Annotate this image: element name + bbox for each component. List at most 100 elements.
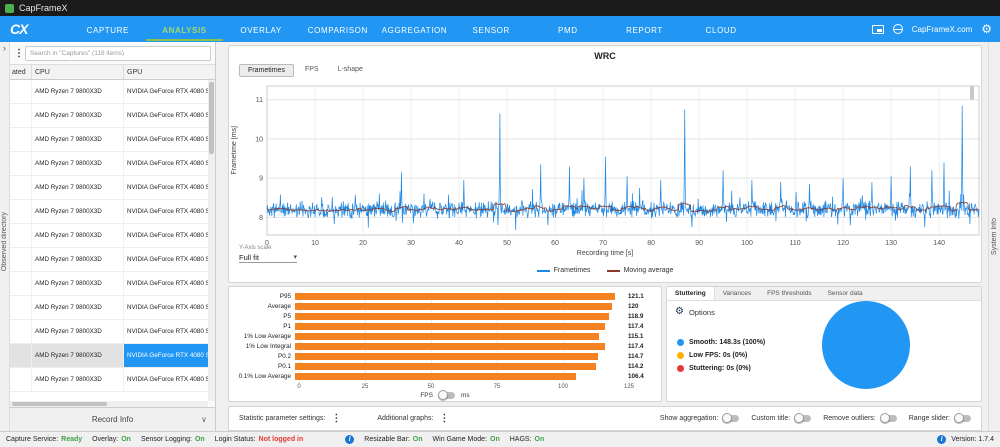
svg-text:11: 11 [256, 97, 263, 104]
capture-row[interactable]: AMD Ryzen 7 9800X3DNVIDIA GeForce RTX 40… [10, 224, 208, 248]
toggle-knob[interactable] [794, 413, 804, 423]
capture-gpu-cell: NVIDIA GeForce RTX 4080 SUPER [124, 344, 208, 367]
expand-chevron-icon[interactable]: › [3, 43, 6, 53]
stat-settings-menu-icon[interactable]: ⋮ [331, 413, 341, 424]
capture-row[interactable]: AMD Ryzen 7 9800X3DNVIDIA GeForce RTX 40… [10, 248, 208, 272]
statusbar-middle: iResizable Bar:OnWin Game Mode:OnHAGS:On [345, 435, 544, 444]
nav-tab-comparison[interactable]: COMPARISON [299, 18, 376, 41]
bar-axis-tick: 125 [624, 384, 634, 390]
bar-label: Average [235, 303, 295, 310]
captures-menu-icon[interactable]: ⋮ [14, 48, 21, 59]
bar-value: 121.1 [625, 293, 644, 300]
chart-type-tabs: FrametimesFPSL-shape [239, 64, 371, 77]
toggle-label: Show aggregation: [660, 415, 718, 422]
overlay-icon[interactable] [872, 25, 884, 34]
additional-graphs-label: Additional graphs: [377, 415, 433, 422]
plot-scrollbar[interactable] [970, 86, 974, 100]
tab-variances[interactable]: Variances [715, 287, 759, 300]
nav-tab-pmd[interactable]: PMD [529, 18, 606, 41]
info-icon[interactable]: i [345, 435, 354, 444]
capture-row[interactable]: AMD Ryzen 7 9800X3DNVIDIA GeForce RTX 40… [10, 296, 208, 320]
scrollbar-thumb[interactable] [12, 402, 107, 406]
toggle-switch[interactable] [955, 415, 971, 422]
toggle-knob[interactable] [438, 390, 448, 400]
svg-text:110: 110 [790, 240, 801, 247]
capture-row[interactable]: AMD Ryzen 7 9800X3DNVIDIA GeForce RTX 40… [10, 200, 208, 224]
capture-created-cell [10, 200, 32, 223]
capture-row[interactable]: AMD Ryzen 7 9800X3DNVIDIA GeForce RTX 40… [10, 272, 208, 296]
bar-value: 117.4 [625, 323, 643, 330]
column-header-gpu[interactable]: GPU [124, 69, 215, 76]
scrollbar-thumb[interactable] [209, 82, 214, 154]
capture-gpu-cell: NVIDIA GeForce RTX 4080 SUPER [124, 128, 208, 151]
bar-row: P5118.9 [235, 312, 655, 320]
ms-unit-label: ms [461, 392, 470, 399]
tab-fps-thresholds[interactable]: FPS thresholds [759, 287, 819, 300]
additional-graphs-menu-icon[interactable]: ⋮ [439, 413, 449, 424]
capture-cpu-cell: AMD Ryzen 7 9800X3D [32, 368, 124, 391]
bar-track [295, 363, 625, 370]
capture-row[interactable]: AMD Ryzen 7 9800X3DNVIDIA GeForce RTX 40… [10, 152, 208, 176]
nav-tab-cloud[interactable]: CLOUD [683, 18, 760, 41]
yaxis-scale-dropdown[interactable]: Full fit ▾ [239, 253, 297, 263]
toggle-switch[interactable] [881, 415, 897, 422]
capframex-site-link[interactable]: CapFrameX.com [912, 25, 972, 34]
legend-dot [677, 339, 684, 346]
observed-directory-strip[interactable]: › Observed directory [0, 42, 10, 431]
version-label: Version: 1.7.4 [951, 436, 994, 443]
svg-text:130: 130 [885, 240, 897, 247]
nav-tab-analysis[interactable]: ANALYSIS [146, 18, 223, 41]
bar-chart-rows: P95121.1Average120P5118.9P1117.41% Low A… [235, 292, 655, 380]
chart-tab-l-shape[interactable]: L-shape [330, 64, 371, 77]
capture-row[interactable]: AMD Ryzen 7 9800X3DNVIDIA GeForce RTX 40… [10, 320, 208, 344]
nav-tab-report[interactable]: REPORT [606, 18, 683, 41]
tab-stuttering[interactable]: Stuttering [667, 287, 715, 300]
info-icon[interactable]: i [937, 435, 946, 444]
frametime-plot[interactable]: 8910110102030405060708090100110120130140 [241, 82, 983, 257]
column-header-cpu[interactable]: CPU [32, 65, 124, 79]
bar-row: 1% Low Integral117.4 [235, 342, 655, 350]
nav-tab-capture[interactable]: CAPTURE [69, 18, 146, 41]
toggle-switch[interactable] [723, 415, 739, 422]
navbar-right: CapFrameX.com ⚙ [872, 23, 992, 35]
options-gear-icon[interactable]: ⚙ [675, 307, 684, 317]
toggle-knob[interactable] [880, 413, 890, 423]
tab-sensor-data[interactable]: Sensor data [820, 287, 871, 300]
capture-row[interactable]: AMD Ryzen 7 9800X3DNVIDIA GeForce RTX 40… [10, 128, 208, 152]
bar-row: P95121.1 [235, 292, 655, 300]
capture-gpu-cell: NVIDIA GeForce RTX 4080 SUPER [124, 152, 208, 175]
chart-tab-fps[interactable]: FPS [297, 64, 327, 77]
toggle-knob[interactable] [722, 413, 732, 423]
capture-created-cell [10, 296, 32, 319]
settings-gear-icon[interactable]: ⚙ [981, 23, 992, 35]
capture-row[interactable]: AMD Ryzen 7 9800X3DNVIDIA GeForce RTX 40… [10, 176, 208, 200]
legend-swatch [607, 270, 620, 272]
status-item-overlay-: Overlay:On [92, 436, 131, 443]
fps-ms-toggle[interactable] [439, 392, 455, 399]
globe-icon[interactable] [893, 24, 903, 34]
chart-legend: FrametimesMoving average [229, 267, 981, 274]
bar-label: 1% Low Average [235, 333, 295, 340]
bar-row: Average120 [235, 302, 655, 310]
svg-text:90: 90 [695, 240, 703, 247]
app-logo[interactable]: CX [10, 21, 27, 37]
nav-tab-aggregation[interactable]: AGGREGATION [376, 18, 453, 41]
status-item-resizable-bar-: Resizable Bar:On [364, 436, 422, 443]
capture-row[interactable]: AMD Ryzen 7 9800X3DNVIDIA GeForce RTX 40… [10, 80, 208, 104]
nav-tab-sensor[interactable]: SENSOR [453, 18, 530, 41]
capture-created-cell [10, 80, 32, 103]
chart-tab-frametimes[interactable]: Frametimes [239, 64, 294, 77]
capture-row[interactable]: AMD Ryzen 7 9800X3DNVIDIA GeForce RTX 40… [10, 344, 208, 368]
captures-search-input[interactable] [25, 46, 211, 61]
column-header-created[interactable]: ated [10, 65, 32, 79]
system-info-strip[interactable]: System Info [988, 42, 1000, 431]
captures-vertical-scrollbar[interactable] [208, 80, 215, 401]
toggle-knob[interactable] [954, 413, 964, 423]
record-info-toggle[interactable]: Record Info ∨ [10, 407, 215, 431]
capture-row[interactable]: AMD Ryzen 7 9800X3DNVIDIA GeForce RTX 40… [10, 368, 208, 392]
yaxis-scale-control: Y-Axis scale Full fit ▾ [239, 245, 297, 263]
nav-tab-overlay[interactable]: OVERLAY [223, 18, 300, 41]
capture-row[interactable]: AMD Ryzen 7 9800X3DNVIDIA GeForce RTX 40… [10, 104, 208, 128]
chevron-down-icon: ∨ [201, 415, 207, 424]
toggle-switch[interactable] [795, 415, 811, 422]
